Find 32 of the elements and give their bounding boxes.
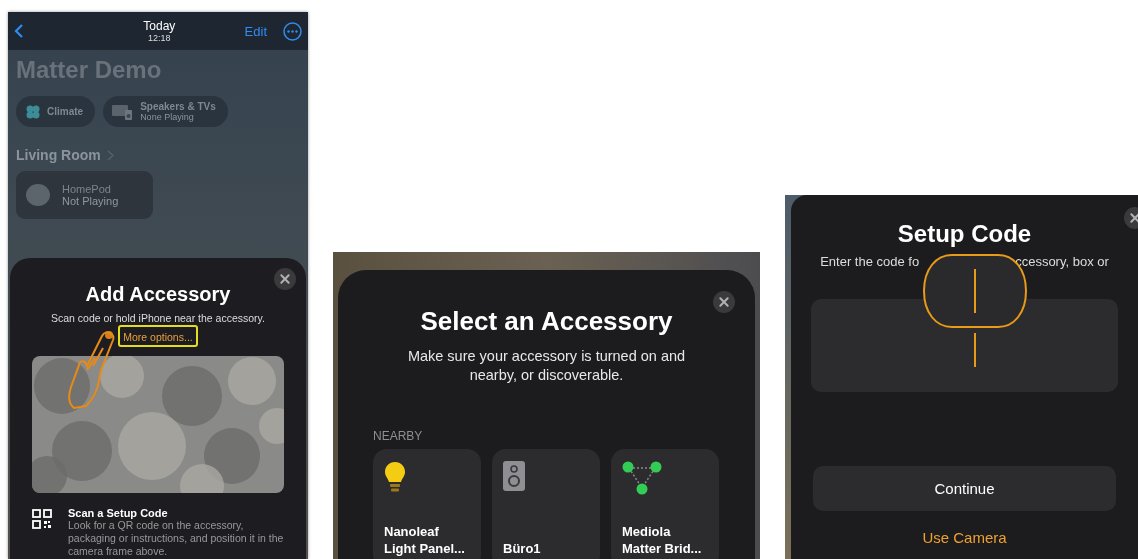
category-chip[interactable]: Climate [16, 96, 96, 127]
nav-title: Today [143, 19, 176, 33]
back-icon[interactable] [14, 23, 24, 39]
more-options-link[interactable]: More options... [123, 330, 193, 344]
nav-subtitle: 12:18 [148, 33, 171, 43]
accessory-tile[interactable]: HomePod Not Playing [16, 171, 153, 219]
sheet-subtitle: Make sure your accessory is turned on and nearby, or discoverable. [406, 347, 687, 385]
continue-button[interactable]: Continue [813, 466, 1116, 511]
network-nodes-icon [622, 461, 662, 495]
close-icon[interactable] [713, 291, 735, 313]
qr-code-icon [32, 509, 52, 529]
accessory-card[interactable]: Büro1 [492, 449, 600, 559]
sheet-subtitle: ccessory, box or [1015, 254, 1109, 269]
fan-icon [25, 103, 41, 120]
sheet-title: Setup Code [897, 220, 1032, 248]
use-camera-link[interactable]: Use Camera [922, 529, 1007, 546]
code-input-field[interactable] [811, 299, 1118, 392]
sheet-subtitle: Scan code or hold iPhone near the accessory. [51, 312, 265, 324]
category-chip[interactable]: Speakers & TVs None Playing [103, 96, 228, 127]
hint-title: Scan a Setup Code [68, 507, 169, 519]
accessory-card[interactable]: Mediola Matter Brid... [611, 449, 719, 559]
accessory-card[interactable]: Nanoleaf Light Panel... [373, 449, 481, 559]
close-icon[interactable] [274, 268, 296, 290]
sheet-title: Add Accessory [85, 283, 231, 306]
more-icon[interactable] [283, 21, 302, 41]
chevron-icon [106, 149, 114, 161]
section-header: NEARBY [373, 429, 423, 443]
edit-link[interactable]: Edit [244, 23, 267, 39]
sheet-title: Select an Accessory [420, 306, 673, 337]
sheet-subtitle: Enter the code fo [820, 254, 920, 269]
light-bulb-icon [384, 461, 406, 493]
hint-text: Look for a QR code on the accessory, packaging or instructions, and position it in the camera frame above. [68, 519, 285, 558]
